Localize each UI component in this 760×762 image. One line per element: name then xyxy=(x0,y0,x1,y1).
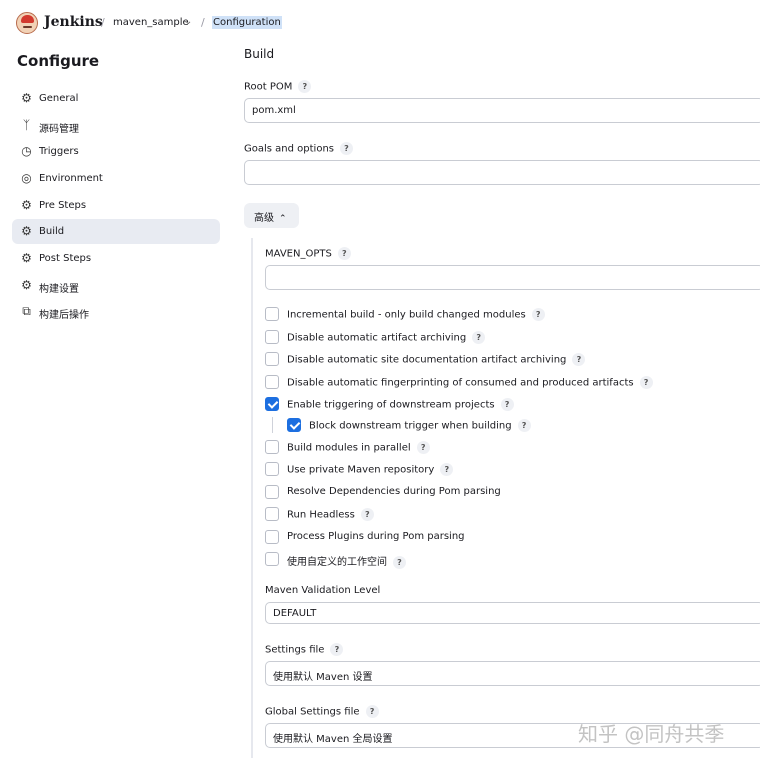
gear-icon: ⚙ xyxy=(21,91,32,105)
resolve-dependencies-checkbox[interactable] xyxy=(265,485,279,499)
help-icon[interactable]: ? xyxy=(500,398,514,411)
maven-opts-label: MAVEN_OPTS? xyxy=(265,247,351,260)
enable-downstream-trigger-checkbox[interactable] xyxy=(265,397,279,411)
sidebar-item-label: General xyxy=(39,93,79,104)
sidebar-item-label: Pre Steps xyxy=(39,200,87,211)
disable-fingerprinting-checkbox[interactable] xyxy=(265,375,279,389)
breadcrumb-separator: / xyxy=(101,16,105,29)
custom-workspace-checkbox[interactable] xyxy=(265,552,279,566)
help-icon[interactable]: ? xyxy=(440,463,454,476)
nested-option-rail xyxy=(272,417,273,433)
globe-icon: ◎ xyxy=(21,171,32,185)
help-icon[interactable]: ? xyxy=(416,441,430,454)
block-downstream-trigger-checkbox[interactable] xyxy=(287,418,301,432)
validation-level-label: Maven Validation Level xyxy=(265,585,381,596)
checkbox-label: Run Headless? xyxy=(287,508,374,521)
help-icon[interactable]: ? xyxy=(472,331,486,344)
help-icon[interactable]: ? xyxy=(360,508,374,521)
help-icon[interactable]: ? xyxy=(531,308,545,321)
chevron-up-icon: ⌃ xyxy=(279,214,287,224)
sidebar-item-label: Build xyxy=(39,226,65,237)
incremental-build-checkbox[interactable] xyxy=(265,307,279,321)
checkbox-label: Resolve Dependencies during Pom parsing xyxy=(287,486,501,497)
root-pom-label: Root POM? xyxy=(244,80,312,93)
sidebar-item-label: Environment xyxy=(39,173,103,184)
process-plugins-checkbox[interactable] xyxy=(265,530,279,544)
brand-title[interactable]: Jenkins xyxy=(44,14,103,30)
sidebar-item-pre-steps[interactable]: ⚙ Pre Steps xyxy=(12,193,220,218)
private-maven-repo-checkbox[interactable] xyxy=(265,462,279,476)
breadcrumb-project[interactable]: maven_sample xyxy=(113,17,189,28)
gear-icon: ⚙ xyxy=(21,224,32,238)
breadcrumb-separator: / xyxy=(201,16,205,29)
advanced-toggle-button[interactable]: 高级 ⌃ xyxy=(244,203,299,228)
chevron-down-icon[interactable]: ⌄ xyxy=(184,16,192,27)
advanced-section-rail xyxy=(251,238,253,758)
sidebar-item-triggers[interactable]: ◷ Triggers xyxy=(12,139,220,164)
checkbox-label: Incremental build - only build changed m… xyxy=(287,308,545,321)
checkbox-label: Build modules in parallel? xyxy=(287,441,430,454)
help-icon[interactable]: ? xyxy=(517,419,531,432)
breadcrumb-current[interactable]: Configuration xyxy=(212,16,282,29)
sidebar-title: Configure xyxy=(17,52,100,70)
checkbox-label: Process Plugins during Pom parsing xyxy=(287,531,465,542)
section-title: Build xyxy=(244,47,275,61)
settings-file-select[interactable]: 使用默认 Maven 设置 xyxy=(265,661,760,686)
sidebar-item-label: 构建后操作 xyxy=(39,310,89,321)
gear-icon: ⚙ xyxy=(21,251,32,265)
sidebar-item-post-build-actions[interactable]: ⧉ 构建后操作 xyxy=(12,299,220,324)
goals-label: Goals and options? xyxy=(244,142,353,155)
sidebar-item-label: Triggers xyxy=(39,146,79,157)
checkbox-label: 使用自定义的工作空间? xyxy=(287,553,406,569)
help-icon[interactable]: ? xyxy=(337,247,351,260)
goals-input[interactable] xyxy=(244,160,760,185)
settings-file-label: Settings file? xyxy=(265,643,344,656)
watermark: 知乎 @同舟共季 xyxy=(578,722,725,746)
maven-opts-input[interactable] xyxy=(265,265,760,290)
jenkins-logo-icon[interactable] xyxy=(16,12,38,34)
top-bar: Jenkins / maven_sample ⌄ / Configuration xyxy=(0,0,760,44)
checkbox-label: Disable automatic artifact archiving? xyxy=(287,331,486,344)
help-icon[interactable]: ? xyxy=(365,705,379,718)
help-icon[interactable]: ? xyxy=(393,555,406,569)
help-icon[interactable]: ? xyxy=(330,643,344,656)
help-icon[interactable]: ? xyxy=(340,142,353,155)
sidebar-item-label: 构建设置 xyxy=(39,284,79,295)
sidebar-item-environment[interactable]: ◎ Environment xyxy=(12,166,220,191)
help-icon[interactable]: ? xyxy=(639,376,653,389)
sidebar-item-label: 源码管理 xyxy=(39,124,79,135)
checkbox-label: Block downstream trigger when building? xyxy=(309,419,531,432)
global-settings-file-label: Global Settings file? xyxy=(265,705,379,718)
root-pom-input[interactable]: pom.xml xyxy=(244,98,760,123)
branch-icon: ᛉ xyxy=(22,118,31,132)
run-headless-checkbox[interactable] xyxy=(265,507,279,521)
sidebar-item-build-settings[interactable]: ⚙ 构建设置 xyxy=(12,273,220,298)
validation-level-select[interactable]: DEFAULT xyxy=(265,602,760,624)
sidebar-item-build[interactable]: ⚙ Build xyxy=(12,219,220,244)
sidebar-item-post-steps[interactable]: ⚙ Post Steps xyxy=(12,246,220,271)
disable-artifact-archiving-checkbox[interactable] xyxy=(265,330,279,344)
sidebar-item-label: Post Steps xyxy=(39,253,92,264)
help-icon[interactable]: ? xyxy=(572,353,586,366)
checkbox-label: Disable automatic fingerprinting of cons… xyxy=(287,376,653,389)
sidebar-item-scm[interactable]: ᛉ 源码管理 xyxy=(12,113,220,138)
checkbox-label: Enable triggering of downstream projects… xyxy=(287,398,514,411)
clock-icon: ◷ xyxy=(21,144,32,158)
box-icon: ⧉ xyxy=(22,304,31,318)
checkbox-label: Disable automatic site documentation art… xyxy=(287,353,586,366)
help-icon[interactable]: ? xyxy=(298,80,312,93)
gear-icon: ⚙ xyxy=(21,198,32,212)
build-modules-parallel-checkbox[interactable] xyxy=(265,440,279,454)
sidebar-item-general[interactable]: ⚙ General xyxy=(12,86,220,111)
checkbox-label: Use private Maven repository? xyxy=(287,463,454,476)
gear-icon: ⚙ xyxy=(21,278,32,292)
disable-site-archiving-checkbox[interactable] xyxy=(265,352,279,366)
